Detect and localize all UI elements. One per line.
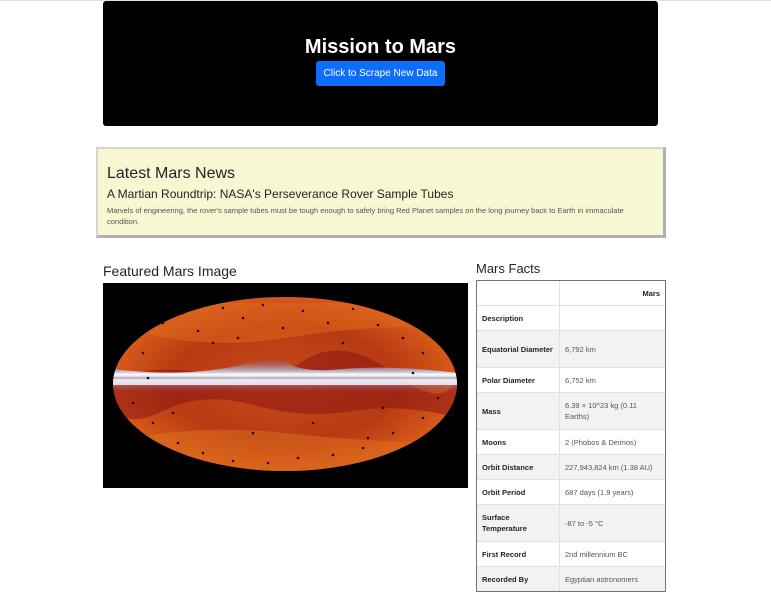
fact-value: 6,752 km xyxy=(559,367,666,393)
fact-label: Equatorial Diameter xyxy=(476,330,560,368)
fact-value: 6.39 × 10^23 kg (0.11 Earths) xyxy=(559,392,666,430)
fact-label: Polar Diameter xyxy=(476,367,560,393)
table-header-cell xyxy=(476,280,560,306)
news-section-title: Latest Mars News xyxy=(107,165,236,182)
header-jumbotron: Mission to Mars Click to Scrape New Data xyxy=(103,1,658,126)
fact-value: 6,792 km xyxy=(559,330,666,368)
fact-label: Description xyxy=(476,305,560,331)
fact-value: Egyptian astronomers xyxy=(559,566,666,592)
fact-value: 2nd millennium BC xyxy=(559,541,666,567)
news-teaser: Marvels of engineering, the rover's samp… xyxy=(107,206,624,226)
table-header-cell: Mars xyxy=(559,280,666,306)
fact-value: 687 days (1.9 years) xyxy=(559,479,666,505)
mars-facts-table: Mars Description Equatorial Diameter 6,7… xyxy=(476,280,666,592)
latest-news-panel: Latest Mars News A Martian Roundtrip: NA… xyxy=(96,147,666,238)
table-row: Recorded By Egyptian astronomers xyxy=(476,566,666,592)
table-row: Polar Diameter 6,752 km xyxy=(476,367,666,393)
table-row: Orbit Distance 227,943,824 km (1.38 AU) xyxy=(476,454,666,480)
fact-label: Orbit Distance xyxy=(476,454,560,480)
table-row: Moons 2 (Phobos & Deimos) xyxy=(476,429,666,455)
scrape-new-data-button[interactable]: Click to Scrape New Data xyxy=(316,61,445,86)
fact-value xyxy=(559,305,666,331)
featured-image-title: Featured Mars Image xyxy=(103,263,237,279)
table-row: Surface Temperature -87 to -5 °C xyxy=(476,504,666,542)
fact-value: 2 (Phobos & Deimos) xyxy=(559,429,666,455)
fact-label: Mass xyxy=(476,392,560,430)
mars-facts-title: Mars Facts xyxy=(476,261,541,276)
fact-label: First Record xyxy=(476,541,560,567)
featured-image xyxy=(103,283,468,488)
page-title: Mission to Mars xyxy=(304,36,457,58)
fact-label: Orbit Period xyxy=(476,479,560,505)
fact-label: Surface Temperature xyxy=(476,504,560,542)
table-row: Orbit Period 687 days (1.9 years) xyxy=(476,479,666,505)
table-row: First Record 2nd millennium BC xyxy=(476,541,666,567)
table-row: Mass 6.39 × 10^23 kg (0.11 Earths) xyxy=(476,392,666,430)
fact-value: -87 to -5 °C xyxy=(559,504,666,542)
table-row: Equatorial Diameter 6,792 km xyxy=(476,330,666,368)
fact-label: Moons xyxy=(476,429,560,455)
news-headline: A Martian Roundtrip: NASA's Perseverance… xyxy=(107,187,454,201)
mars-sky-map-graphic xyxy=(113,297,457,471)
fact-label: Recorded By xyxy=(476,566,560,592)
fact-value: 227,943,824 km (1.38 AU) xyxy=(559,454,666,480)
table-row: Description xyxy=(476,305,666,331)
table-header-row: Mars xyxy=(476,280,666,306)
